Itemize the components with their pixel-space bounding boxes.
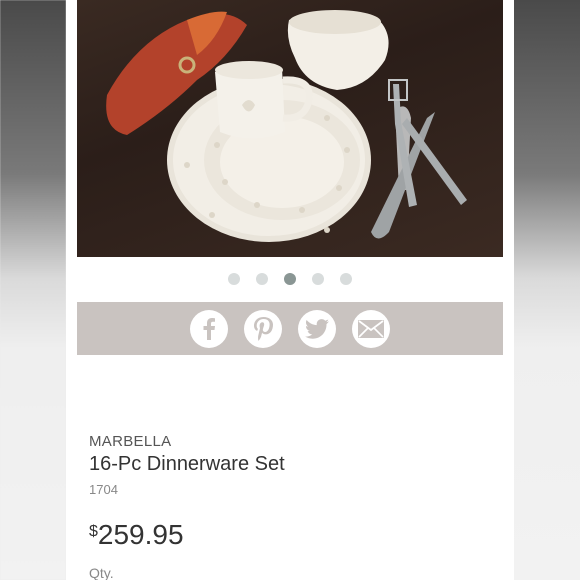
carousel-dots xyxy=(66,273,514,287)
background-right xyxy=(514,0,580,580)
product-image[interactable] xyxy=(77,0,503,257)
carousel-dot[interactable] xyxy=(256,273,268,285)
price-amount: 259.95 xyxy=(97,519,184,550)
product-page: MARBELLA 16-Pc Dinnerware Set 1704 $259.… xyxy=(66,0,514,580)
quantity-label: Qty. xyxy=(89,565,114,580)
email-icon xyxy=(358,319,384,338)
carousel-dot-active[interactable] xyxy=(284,273,296,285)
carousel-dot[interactable] xyxy=(228,273,240,285)
twitter-share-button[interactable] xyxy=(298,309,336,348)
carousel-dot[interactable] xyxy=(312,273,324,285)
price-currency: $ xyxy=(89,523,98,540)
facebook-icon xyxy=(203,317,215,340)
pinterest-icon xyxy=(254,316,273,341)
product-brand: MARBELLA xyxy=(89,433,172,450)
email-share-button[interactable] xyxy=(352,309,390,348)
product-price: $259.95 xyxy=(89,519,184,551)
carousel-dot[interactable] xyxy=(340,273,352,285)
product-title: 16-Pc Dinnerware Set xyxy=(89,453,285,475)
dinnerware-photo xyxy=(106,10,467,242)
facebook-share-button[interactable] xyxy=(190,309,228,348)
background-left xyxy=(0,0,66,580)
twitter-icon xyxy=(305,318,329,339)
pinterest-share-button[interactable] xyxy=(244,309,282,348)
share-bar xyxy=(77,302,503,355)
product-sku: 1704 xyxy=(89,482,118,497)
